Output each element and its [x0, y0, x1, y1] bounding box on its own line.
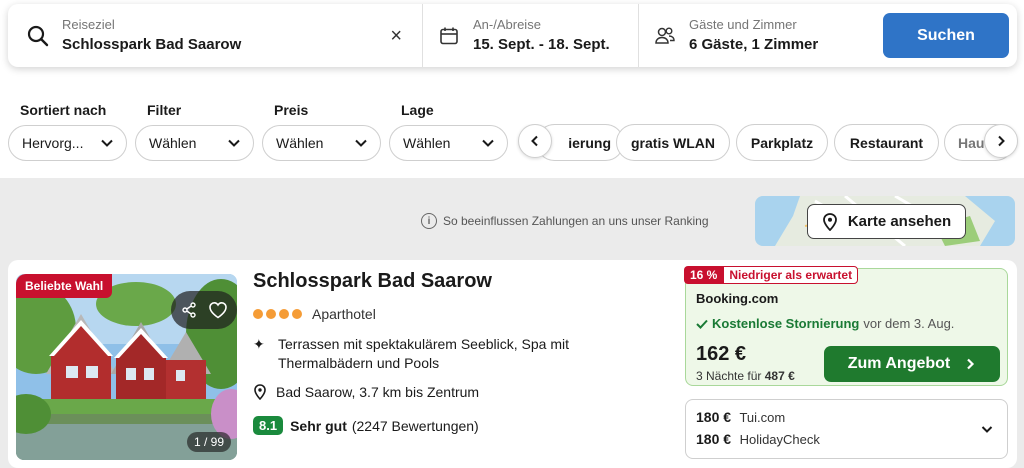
- scroll-right-button[interactable]: [984, 124, 1018, 158]
- hotel-category: Aparthotel: [253, 306, 376, 322]
- chevron-down-icon: [101, 139, 113, 147]
- sparkle-icon: ✦: [253, 336, 265, 352]
- map-button[interactable]: Karte ansehen: [807, 204, 966, 239]
- chevron-down-icon: [482, 139, 494, 147]
- guests-value: 6 Gäste, 1 Zimmer: [689, 35, 819, 53]
- share-icon[interactable]: [180, 301, 198, 319]
- map-pin-icon: [822, 212, 837, 231]
- destination-field[interactable]: Reiseziel Schlosspark Bad Saarow ×: [8, 4, 423, 67]
- deal-tags: 16 % Niedriger als erwartet: [684, 266, 859, 284]
- review-count: (2247 Bewertungen): [351, 417, 479, 434]
- clear-icon[interactable]: ×: [390, 25, 402, 48]
- photo-counter: 1 / 99: [186, 432, 231, 452]
- location-label: Lage: [401, 102, 434, 118]
- filter-dropdown[interactable]: Wählen: [135, 125, 254, 161]
- location-group: Lage Wählen: [389, 100, 508, 161]
- price-dropdown[interactable]: Wählen: [262, 125, 381, 161]
- photo-actions: [171, 291, 237, 329]
- chip-parking[interactable]: Parkplatz: [736, 124, 828, 161]
- search-icon: [26, 24, 50, 48]
- best-deal-box[interactable]: 16 % Niedriger als erwartet Booking.com …: [684, 266, 1008, 386]
- sort-dropdown[interactable]: Hervorg...: [8, 125, 127, 161]
- chip-wifi[interactable]: gratis WLAN: [616, 124, 730, 161]
- map-button-label: Karte ansehen: [847, 213, 952, 230]
- offer-price: 180 €: [696, 409, 732, 425]
- nights-text: 3 Nächte für: [696, 369, 762, 383]
- hotel-type: Aparthotel: [312, 306, 376, 322]
- star-dot-icon: [253, 309, 263, 319]
- star-dot-icon: [279, 309, 289, 319]
- heart-icon[interactable]: [208, 301, 228, 319]
- hotel-feature: ✦ Terrassen mit spektakulärem Seeblick, …: [253, 335, 613, 373]
- info-icon: i: [421, 213, 437, 229]
- location-text: Bad Saarow, 3.7 km bis Zentrum: [276, 384, 480, 400]
- hotel-name[interactable]: Schlosspark Bad Saarow: [253, 270, 492, 293]
- offer-button-label: Zum Angebot: [847, 355, 951, 372]
- filter-value: Wählen: [149, 135, 197, 151]
- location-dropdown[interactable]: Wählen: [389, 125, 508, 161]
- chip-restaurant[interactable]: Restaurant: [834, 124, 939, 161]
- sort-group: Sortiert nach Hervorg...: [8, 100, 127, 161]
- guests-label: Gäste und Zimmer: [689, 16, 797, 32]
- score-label: Sehr gut: [290, 417, 347, 434]
- destination-value: Schlosspark Bad Saarow: [62, 35, 242, 53]
- calendar-icon: [437, 24, 461, 48]
- chevron-down-icon[interactable]: [981, 423, 993, 435]
- total-price-line: 3 Nächte für 487 €: [696, 369, 795, 383]
- location-value: Wählen: [403, 135, 451, 151]
- star-dot-icon: [292, 309, 302, 319]
- score-badge: 8.1: [253, 416, 284, 435]
- other-offers[interactable]: 180 € Tui.com 180 € HolidayCheck: [685, 399, 1008, 459]
- review-score[interactable]: 8.1 Sehr gut (2247 Bewertungen): [253, 416, 479, 435]
- ranking-note[interactable]: i So beeinflussen Zahlungen an uns unser…: [421, 213, 709, 229]
- star-dot-icon: [266, 309, 276, 319]
- search-button[interactable]: Suchen: [883, 13, 1009, 58]
- discount-text: Niedriger als erwartet: [723, 266, 859, 284]
- scroll-left-button[interactable]: [518, 124, 552, 158]
- guests-icon: [653, 24, 677, 48]
- chevron-left-icon: [531, 135, 538, 147]
- feature-text: Terrassen mit spektakulärem Seeblick, Sp…: [278, 336, 569, 371]
- filter-label: Filter: [147, 102, 182, 118]
- amenity-chips: ierung gratis WLAN Parkplatz Restaurant …: [516, 124, 1024, 162]
- price-group: Preis Wählen: [262, 100, 381, 161]
- filter-group: Filter Wählen: [135, 100, 254, 161]
- offer-price: 180 €: [696, 431, 732, 447]
- sort-label: Sortiert nach: [20, 102, 107, 118]
- deal-provider: Booking.com: [696, 291, 779, 306]
- location-pin-icon: [254, 384, 266, 400]
- cancellation-info: Kostenlose Stornierung vor dem 3. Aug.: [696, 316, 954, 331]
- offer-provider: Tui.com: [739, 410, 786, 425]
- price-value: Wählen: [276, 135, 324, 151]
- checkmark-icon: [696, 319, 708, 329]
- dates-field[interactable]: An-/Abreise 15. Sept. - 18. Sept.: [423, 4, 639, 67]
- filter-bar: Sortiert nach Hervorg... Filter Wählen P…: [0, 100, 1024, 170]
- dates-label: An-/Abreise: [473, 16, 541, 32]
- chevron-right-icon: [967, 358, 975, 370]
- hotel-location: Bad Saarow, 3.7 km bis Zentrum: [253, 384, 479, 400]
- price-label: Preis: [274, 102, 309, 118]
- destination-label: Reiseziel: [62, 16, 115, 32]
- cancellation-suffix: vor dem 3. Aug.: [863, 316, 955, 331]
- discount-badge: 16 %: [684, 266, 724, 284]
- offer-row: 180 € HolidayCheck: [696, 431, 820, 447]
- cancellation-text: Kostenlose Stornierung: [712, 316, 860, 331]
- popular-badge: Beliebte Wahl: [16, 274, 113, 298]
- guests-field[interactable]: Gäste und Zimmer 6 Gäste, 1 Zimmer: [639, 4, 879, 67]
- chevron-down-icon: [228, 139, 240, 147]
- dates-value: 15. Sept. - 18. Sept.: [473, 35, 610, 53]
- chevron-right-icon: [998, 135, 1005, 147]
- view-offer-button[interactable]: Zum Angebot: [824, 346, 1000, 382]
- sort-value: Hervorg...: [22, 135, 84, 151]
- offer-row: 180 € Tui.com: [696, 409, 785, 425]
- hotel-photo[interactable]: Beliebte Wahl 1 / 99: [16, 274, 237, 460]
- nightly-price: 162 €: [696, 343, 747, 365]
- total-price: 487 €: [764, 369, 795, 383]
- chevron-down-icon: [355, 139, 367, 147]
- ranking-note-text: So beeinflussen Zahlungen an uns unser R…: [443, 214, 709, 228]
- hotel-card[interactable]: Beliebte Wahl 1 / 99 Schlosspark Bad Saa…: [8, 260, 1017, 468]
- search-bar: Reiseziel Schlosspark Bad Saarow × An-/A…: [8, 4, 1017, 67]
- offer-provider: HolidayCheck: [739, 432, 820, 447]
